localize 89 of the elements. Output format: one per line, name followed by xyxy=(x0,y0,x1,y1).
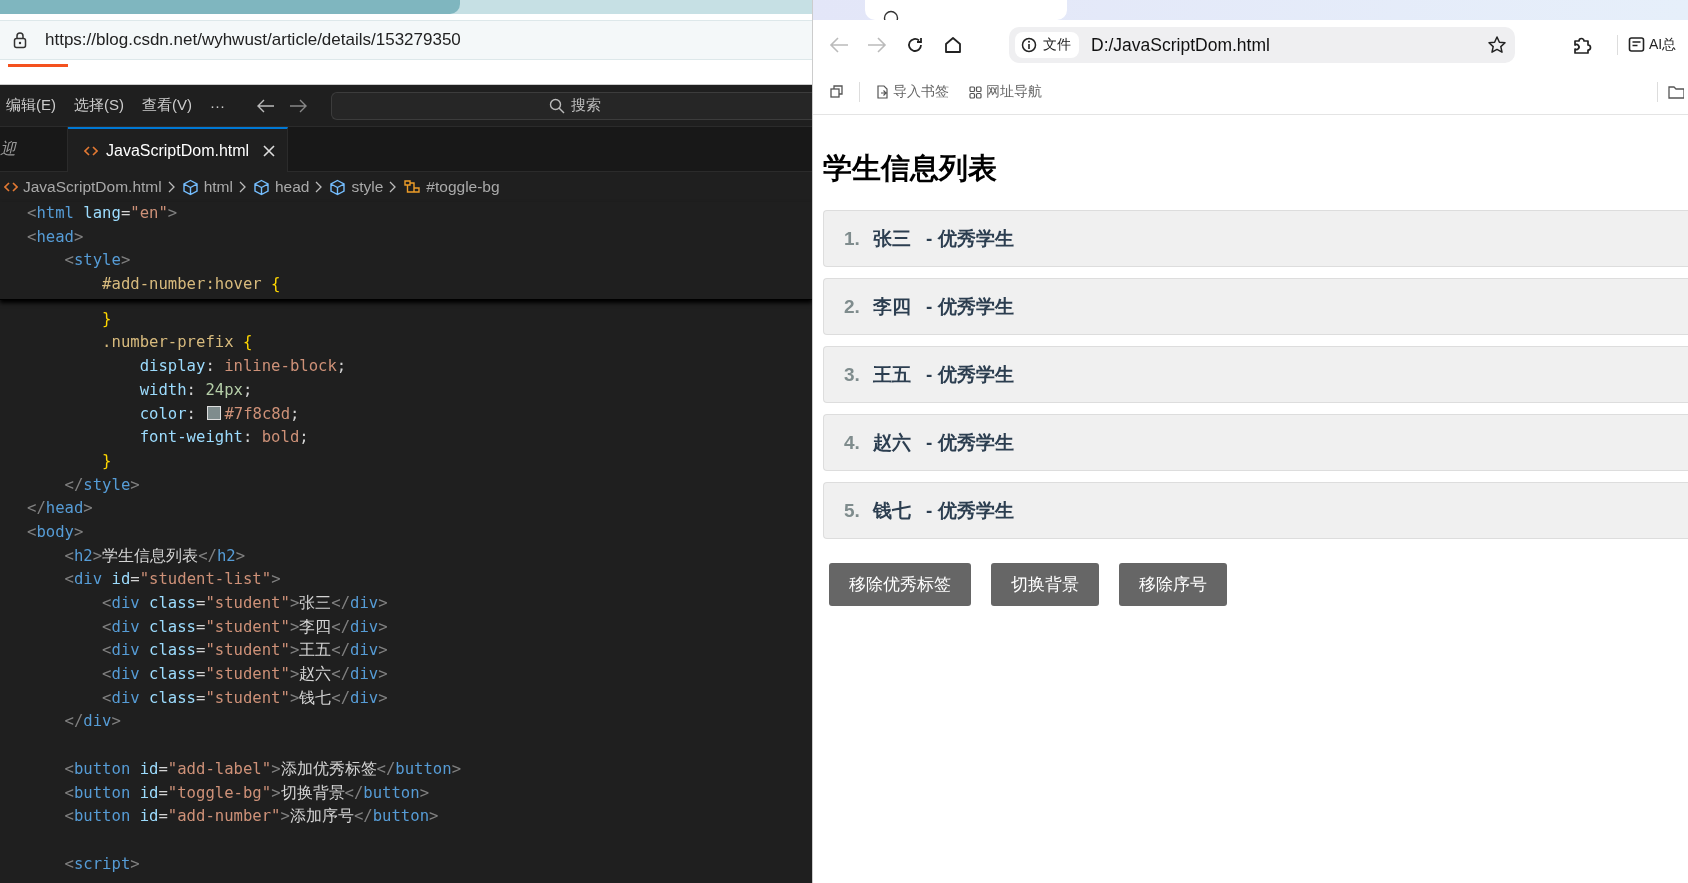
cube-icon xyxy=(329,178,347,196)
code-line: font-weight: bold; xyxy=(138,427,310,449)
hierarchy-icon xyxy=(403,178,422,196)
bookmark-item[interactable]: 导入书签 xyxy=(870,83,949,101)
code-line: <body> xyxy=(27,521,85,543)
star-icon[interactable] xyxy=(1487,35,1507,55)
student-name: 赵六 xyxy=(873,430,911,455)
page-button[interactable]: 移除优秀标签 xyxy=(829,563,971,606)
code-line: <div class="student">张三</div> xyxy=(101,593,389,614)
student-name: 王五 xyxy=(873,362,911,387)
excellent-label: - 优秀学生 xyxy=(926,498,1014,523)
breadcrumb-item[interactable]: html xyxy=(181,178,233,196)
cube-icon xyxy=(253,178,270,196)
breadcrumb-item[interactable]: #toggle-bg xyxy=(403,178,500,196)
menu-item[interactable]: 查看(V) xyxy=(136,96,200,115)
breadcrumb-item[interactable]: style xyxy=(329,178,384,196)
code-line: <div class="student">王五</div> xyxy=(101,640,389,662)
number-prefix: 4. xyxy=(844,431,861,454)
code-line: </div> xyxy=(63,711,122,733)
site-info-chip[interactable]: 文件 xyxy=(1015,32,1079,58)
menu-item[interactable]: 选择(S) xyxy=(68,96,132,115)
code-line: <button id="add-label">添加优秀标签</button> xyxy=(63,758,463,780)
url-text: D:/JavaScriptDom.html xyxy=(1091,34,1271,56)
code-line: <div class="student">赵六</div> xyxy=(101,664,389,686)
excellent-label: - 优秀学生 xyxy=(926,362,1014,387)
excellent-label: - 优秀学生 xyxy=(926,430,1014,455)
search-icon xyxy=(549,97,565,114)
number-prefix: 1. xyxy=(844,227,861,250)
excellent-label: - 优秀学生 xyxy=(926,226,1014,251)
reload-icon[interactable] xyxy=(905,35,925,55)
code-brackets-icon xyxy=(4,181,18,193)
excellent-label: - 优秀学生 xyxy=(926,294,1014,319)
code-line: .number-prefix { xyxy=(101,332,254,354)
code-line: <button id="toggle-bg">切换背景</button> xyxy=(63,782,431,804)
document-icon xyxy=(1628,36,1646,54)
forward-arrow-icon[interactable] xyxy=(289,98,307,113)
code-line: <div id="student-list"> xyxy=(63,569,282,591)
url-text: https://blog.csdn.net/wyhwust/article/details/153279350 xyxy=(45,30,461,50)
chevron-icon xyxy=(315,181,324,193)
code-line: #add-number:hover { xyxy=(101,274,282,296)
code-line: } xyxy=(101,450,113,472)
code-line: color: #7f8c8d; xyxy=(138,403,301,425)
lock-icon xyxy=(13,31,27,49)
ai-summary-button[interactable]: AI总 xyxy=(1628,36,1677,54)
number-prefix: 2. xyxy=(844,295,861,318)
code-line: <style> xyxy=(63,250,132,272)
menu-item[interactable]: ··· xyxy=(204,97,233,114)
search-field[interactable]: 搜索 xyxy=(331,91,812,120)
code-line: <script> xyxy=(63,853,141,875)
back-arrow-icon[interactable] xyxy=(257,98,275,113)
breadcrumb-item[interactable]: JavaScriptDom.html xyxy=(4,178,162,196)
grid-icon xyxy=(969,85,982,99)
underline-mark xyxy=(8,64,68,67)
chevron-icon xyxy=(167,181,176,193)
folder-icon[interactable] xyxy=(1668,85,1684,99)
student-name: 钱七 xyxy=(873,498,911,523)
code-line: display: inline-block; xyxy=(138,356,348,378)
code-line: } xyxy=(101,308,113,330)
code-line: <head> xyxy=(27,226,85,248)
cube-icon xyxy=(181,178,199,196)
code-line: <h2>学生信息列表</h2> xyxy=(63,545,247,567)
address-bar[interactable]: https://blog.csdn.net/wyhwust/article/details/153279350 xyxy=(0,20,812,60)
code-line: <button id="add-number">添加序号</button> xyxy=(63,806,440,828)
chevron-icon xyxy=(389,181,398,193)
code-line: width: 24px; xyxy=(138,379,254,401)
tabs-icon[interactable] xyxy=(829,84,845,100)
code-line: </style> xyxy=(63,474,141,496)
menu-item[interactable]: 编辑(E) xyxy=(0,96,64,115)
code-line: <div class="student">李四</div> xyxy=(101,616,389,638)
code-line: <div class="student">钱七</div> xyxy=(101,687,389,709)
bookmark-item[interactable]: 网址导航 xyxy=(963,83,1042,101)
address-bar[interactable]: 文件 D:/JavaScriptDom.html xyxy=(1009,27,1515,63)
home-icon[interactable] xyxy=(943,35,963,55)
import-icon xyxy=(876,85,889,99)
code-line: </head> xyxy=(27,498,94,520)
page-button[interactable]: 移除序号 xyxy=(1119,563,1227,606)
page-heading: 学生信息列表 xyxy=(823,151,998,186)
number-prefix: 3. xyxy=(844,363,861,386)
student-name: 李四 xyxy=(873,294,911,319)
page-button[interactable]: 切换背景 xyxy=(991,563,1099,606)
code-brackets-icon xyxy=(84,144,98,157)
close-icon[interactable] xyxy=(263,144,276,157)
editor-tab[interactable]: JavaScriptDom.html xyxy=(68,127,289,172)
number-prefix: 5. xyxy=(844,499,861,522)
chevron-icon xyxy=(239,181,247,193)
info-icon xyxy=(1021,37,1037,53)
code-line: <html lang="en"> xyxy=(27,203,179,224)
breadcrumb-item[interactable]: head xyxy=(253,178,310,196)
student-name: 张三 xyxy=(873,226,911,251)
